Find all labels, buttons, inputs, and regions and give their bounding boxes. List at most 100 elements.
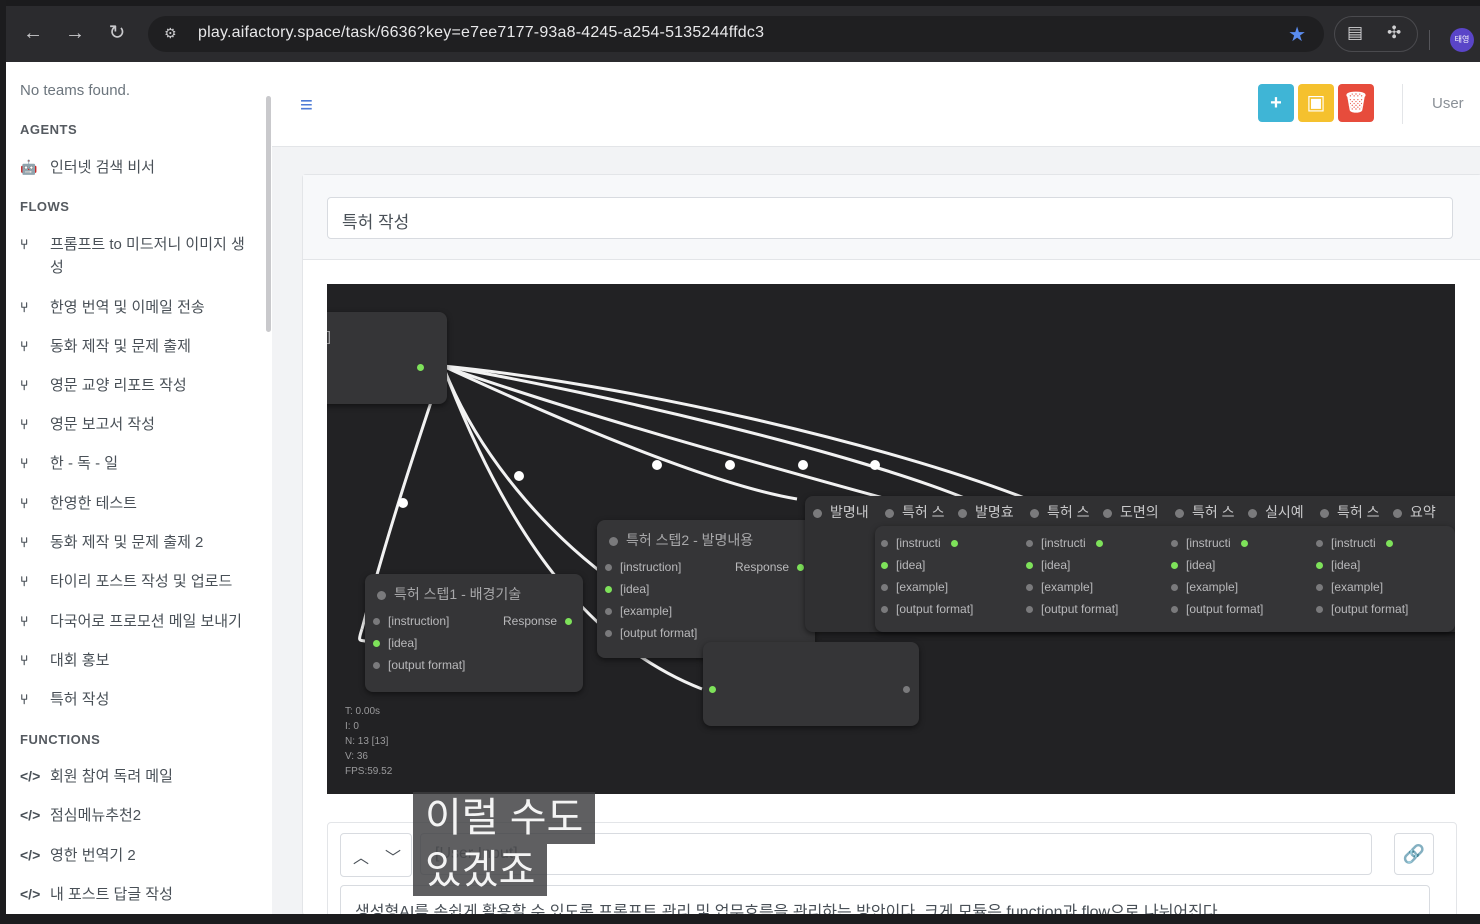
delete-button[interactable]: 🗑 — [1338, 84, 1374, 122]
reload-button[interactable]: ↻ — [106, 22, 128, 44]
input-slot[interactable]: [output format] — [1171, 602, 1263, 616]
sidebar-item-agent[interactable]: 🤖 인터넷 검색 비서 — [20, 156, 256, 179]
node-tab[interactable]: 도면의 — [1103, 502, 1159, 522]
flow-icon: ⑂ — [20, 377, 29, 393]
input-slot[interactable]: [example] — [1316, 580, 1383, 594]
input-slot[interactable]: [output format] — [1316, 602, 1408, 616]
input-slot[interactable]: [idea] — [1026, 558, 1070, 572]
sidebar-item-flow[interactable]: ⑂ 다국어로 프로모션 메일 보내기 — [20, 610, 256, 633]
node-tab[interactable]: 특허 스 — [885, 502, 945, 522]
profile-avatar[interactable]: 태영 — [1450, 28, 1474, 52]
sidebar-item-function[interactable]: </> 내 포스트 답글 작성 — [20, 883, 256, 906]
extensions-puzzle-icon[interactable]: ✣ — [1387, 23, 1401, 43]
output-node[interactable] — [703, 642, 919, 726]
link-edge — [442, 364, 798, 501]
code-icon: </> — [20, 768, 41, 784]
input-slot[interactable]: [idea] — [881, 558, 925, 572]
input-slot[interactable]: [instruction] — [373, 614, 449, 628]
sidebar-item-flow[interactable]: ⑂ 영문 교양 리포트 작성 — [20, 374, 256, 397]
link-button[interactable]: 🔗 — [1394, 833, 1434, 875]
input-slot[interactable]: [output format] — [1026, 602, 1118, 616]
move-up-button[interactable]: ︿ — [353, 844, 369, 868]
app-page: No teams found. AGENTS 🤖 인터넷 검색 비서 FLOWS … — [6, 62, 1480, 914]
site-settings-icon[interactable]: ⚙ — [164, 25, 177, 42]
input-slot[interactable]: [instructi — [1316, 536, 1401, 550]
input-slot[interactable]: [idea] — [1171, 558, 1215, 572]
sidebar: No teams found. AGENTS 🤖 인터넷 검색 비서 FLOWS … — [6, 62, 272, 914]
main-area: ≡ + ▣ 🗑 User 특허 작성] 특허 스텝1 - 배경기술 [inst… — [272, 62, 1480, 914]
input-slot[interactable]: [instructi — [1171, 536, 1256, 550]
sidebar-item-function[interactable]: </> 회원 참여 독려 메일 — [20, 765, 256, 788]
input-slot[interactable]: [example] — [1171, 580, 1238, 594]
sidebar-item-function[interactable]: </> 영한 번역기 2 — [20, 844, 256, 867]
node-tab[interactable]: 특허 스 — [1030, 502, 1090, 522]
node-graph-canvas[interactable]: ] 특허 스텝1 - 배경기술 [instruction] [idea] [ou… — [327, 284, 1455, 794]
node-tab[interactable]: 특허 스 — [1320, 502, 1380, 522]
output-slot[interactable]: Response — [735, 560, 805, 574]
input-slot[interactable]: [example] — [605, 604, 672, 618]
sidebar-item-flow[interactable]: ⑂ 동화 제작 및 문제 출제 2 — [20, 531, 256, 554]
sidebar-item-label: 한영 번역 및 이메일 전송 — [50, 299, 205, 316]
sidebar-item-label: 동화 제작 및 문제 출제 — [50, 338, 191, 355]
stat-i: I: 0 — [345, 721, 359, 732]
hamburger-menu-icon[interactable]: ≡ — [300, 92, 313, 118]
output-slot[interactable] — [903, 682, 918, 696]
sidebar-item-label: 영한 번역기 2 — [50, 847, 136, 864]
tab-search-icon[interactable]: ▤ — [1347, 23, 1363, 43]
node-tab[interactable]: 요약 — [1393, 502, 1436, 522]
output-slot[interactable] — [417, 360, 432, 374]
sidebar-scrollbar[interactable] — [266, 96, 271, 332]
input-slot[interactable]: [idea] — [605, 582, 649, 596]
input-slot[interactable]: [example] — [1026, 580, 1093, 594]
sidebar-item-flow[interactable]: ⑂ 동화 제작 및 문제 출제 — [20, 335, 256, 358]
card-header: 특허 작성 — [303, 175, 1480, 260]
sidebar-item-flow[interactable]: ⑂ 대회 홍보 — [20, 649, 256, 672]
node-tab[interactable]: 발명효 — [958, 502, 1014, 522]
subtitle-line: 이럴 수도 — [413, 792, 596, 844]
address-bar[interactable]: ⚙ play.aifactory.space/task/6636?key=e7e… — [148, 16, 1324, 52]
url-text[interactable]: play.aifactory.space/task/6636?key=e7ee7… — [198, 24, 764, 42]
user-menu[interactable]: User — [1432, 95, 1464, 112]
forward-button[interactable]: → — [64, 22, 86, 44]
node-tab[interactable]: 실시예 — [1248, 502, 1304, 522]
input-slot[interactable] — [709, 682, 724, 696]
output-slot[interactable]: Response — [503, 614, 573, 628]
add-button[interactable]: + — [1258, 84, 1294, 122]
sidebar-item-flow[interactable]: ⑂ 한영 번역 및 이메일 전송 — [20, 296, 256, 319]
input-node[interactable]: ] — [327, 312, 447, 404]
sidebar-item-flow[interactable]: ⑂ 영문 보고서 작성 — [20, 413, 256, 436]
bookmark-star-icon[interactable]: ★ — [1288, 22, 1306, 47]
stat-v: V: 36 — [345, 751, 368, 762]
input-slot[interactable]: [instructi — [881, 536, 966, 550]
sidebar-item-function[interactable]: </> 점심메뉴추천2 — [20, 804, 256, 827]
code-icon: </> — [20, 847, 41, 863]
robot-icon: 🤖 — [20, 159, 38, 175]
input-slot[interactable]: [output format] — [373, 658, 465, 672]
input-slot[interactable]: [instruction] — [605, 560, 681, 574]
input-slot[interactable]: [idea] — [1316, 558, 1360, 572]
move-down-button[interactable]: ﹀ — [385, 844, 401, 868]
input-slot[interactable]: [output format] — [605, 626, 697, 640]
flow-title-input[interactable]: 특허 작성 — [327, 197, 1453, 239]
save-button[interactable]: ▣ — [1298, 84, 1334, 122]
stat-time: T: 0.00s — [345, 706, 381, 717]
flow-node-step1[interactable]: 특허 스텝1 - 배경기술 [instruction] [idea] [outp… — [365, 574, 583, 692]
back-button[interactable]: ← — [22, 22, 44, 44]
sidebar-item-label: 한 - 독 - 일 — [50, 455, 119, 472]
sidebar-item-flow[interactable]: ⑂ 타이리 포스트 작성 및 업로드 — [20, 570, 256, 593]
input-slot[interactable]: [idea] — [373, 636, 417, 650]
flow-icon: ⑂ — [20, 573, 29, 589]
video-subtitle: 이럴 수도 있겠죠 — [413, 792, 596, 896]
node-tab[interactable]: 특허 스 — [1175, 502, 1235, 522]
stat-nodes: N: 13 [13] — [345, 736, 389, 747]
flow-icon: ⑂ — [20, 613, 29, 629]
flow-node-step2[interactable]: 특허 스텝2 - 발명내용 [instruction] [idea] [exam… — [597, 520, 815, 658]
input-slot[interactable]: [example] — [881, 580, 948, 594]
sidebar-item-flow[interactable]: ⑂ 한영한 테스트 — [20, 492, 256, 515]
node-tab[interactable]: 발명내 — [813, 502, 869, 522]
input-slot[interactable]: [output format] — [881, 602, 973, 616]
sidebar-item-flow[interactable]: ⑂ 한 - 독 - 일 — [20, 452, 256, 475]
sidebar-item-flow[interactable]: ⑂ 특허 작성 — [20, 688, 256, 711]
input-slot[interactable]: [instructi — [1026, 536, 1111, 550]
sidebar-item-flow[interactable]: ⑂ 프롬프트 to 미드저니 이미지 생성 — [20, 233, 256, 279]
